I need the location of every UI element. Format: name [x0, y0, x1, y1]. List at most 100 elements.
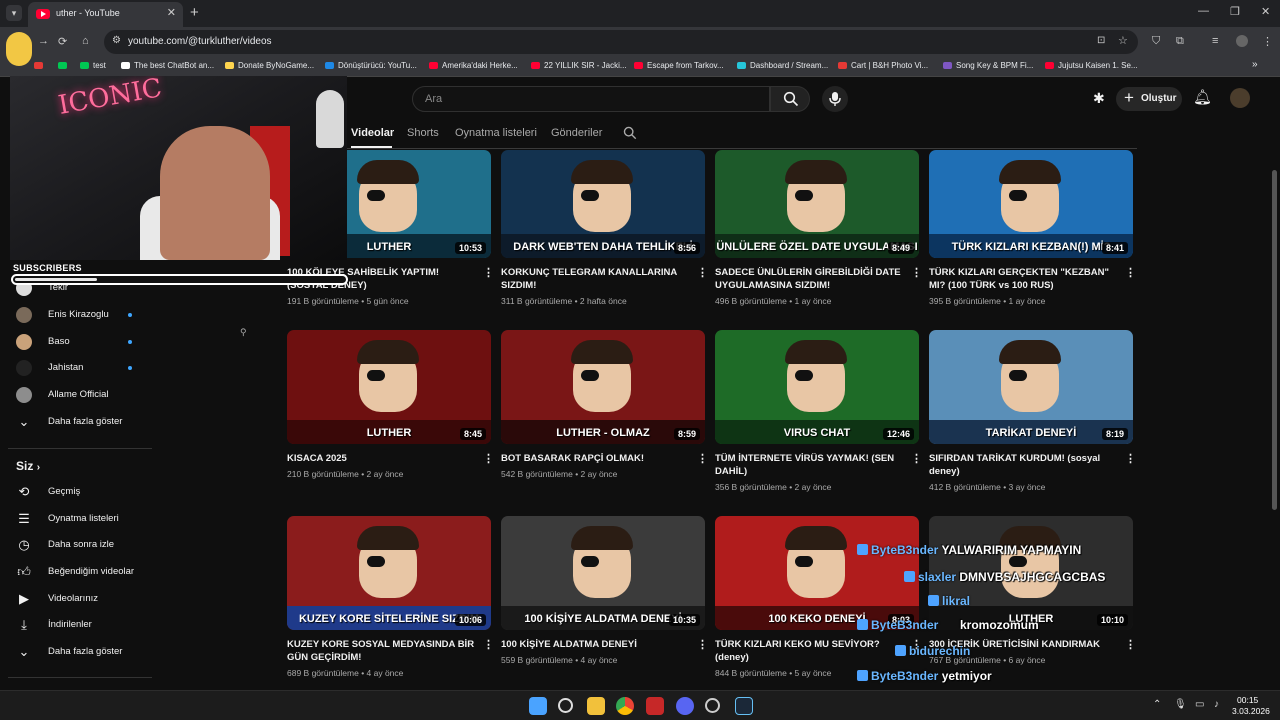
- more-actions-icon[interactable]: ⋮: [697, 452, 708, 465]
- app-icon[interactable]: [646, 697, 664, 715]
- video-thumbnail[interactable]: DARK WEB'TEN DAHA TEHLİKELİ 8:56: [501, 150, 705, 258]
- extensions-icon[interactable]: ⧉: [1176, 35, 1184, 48]
- video-title[interactable]: 100 KİŞİYE ALDATMA DENEYİ: [501, 638, 691, 651]
- video-thumbnail[interactable]: LUTHER - OLMAZ 8:59: [501, 330, 705, 444]
- bookmark-item[interactable]: 22 YILLIK SIR - Jacki...: [531, 61, 627, 70]
- tab-shorts[interactable]: Shorts: [407, 127, 439, 139]
- voice-search-button[interactable]: [822, 86, 848, 112]
- show-more-subscriptions[interactable]: ⌄ Daha fazla göster: [0, 409, 150, 435]
- sidebar-item-like[interactable]: 👍︎ Beğendiğim videolar: [0, 559, 150, 585]
- video-title[interactable]: SADECE ÜNLÜLERİN GİREBİLDİĞİ DATE UYGULA…: [715, 266, 905, 292]
- home-icon[interactable]: ⌂: [82, 35, 89, 47]
- forward-icon[interactable]: →: [38, 35, 49, 47]
- bookmark-item[interactable]: Cart | B&H Photo Vi...: [838, 61, 928, 70]
- show-more-you[interactable]: ⌄ Daha fazla göster: [0, 639, 150, 665]
- tray-display-icon[interactable]: ▭: [1195, 699, 1204, 710]
- video-thumbnail[interactable]: TARİKAT DENEYİ 8:19: [929, 330, 1133, 444]
- tray-speaker-icon[interactable]: ♪: [1214, 699, 1219, 710]
- video-card[interactable]: 100 KEKO DENEYİ 8:03 TÜRK KIZLARI KEKO MU …: [715, 516, 922, 686]
- video-card[interactable]: LUTHER - OLMAZ 8:59 BOT BASARAK RAPÇİ OLMA…: [501, 330, 708, 500]
- account-avatar[interactable]: [1230, 88, 1250, 108]
- new-tab-icon[interactable]: +: [190, 4, 199, 21]
- bookmark-item[interactable]: The best ChatBot an...: [121, 61, 214, 70]
- more-actions-icon[interactable]: ⋮: [697, 638, 708, 651]
- sidebar-item-playlists[interactable]: ☰ Oynatma listeleri: [0, 506, 150, 532]
- video-card[interactable]: LUTHER 8:45 KISACA 2025 ⋮ 210 B görüntüleme …: [287, 330, 494, 500]
- video-card[interactable]: ÜNLÜLERE ÖZEL DATE UYGULAMASI 8:49 SADECE …: [715, 144, 922, 314]
- more-actions-icon[interactable]: ⋮: [483, 266, 494, 279]
- video-card[interactable]: VIRUS CHAT 12:46 TÜM İNTERNETE VİRÜS YAYMA…: [715, 330, 922, 500]
- notifications-bell-icon[interactable]: 🔔︎: [1193, 88, 1212, 106]
- bookmark-star-icon[interactable]: ☆: [1118, 34, 1128, 47]
- minimize-icon[interactable]: —: [1198, 5, 1209, 17]
- install-app-icon[interactable]: ⊡: [1097, 35, 1105, 46]
- video-title[interactable]: SIFIRDAN TARİKAT KURDUM! (sosyal deney): [929, 452, 1119, 478]
- tray-chevron-icon[interactable]: ⌃: [1153, 699, 1161, 710]
- bookmark-item[interactable]: Jujutsu Kaisen 1. Se...: [1045, 61, 1138, 70]
- bookmarks-more-icon[interactable]: »: [1252, 59, 1258, 70]
- clock-time[interactable]: 00:15: [1237, 695, 1258, 705]
- start-icon[interactable]: [529, 697, 547, 715]
- obs-icon[interactable]: [705, 698, 720, 713]
- video-title[interactable]: KISACA 2025: [287, 452, 477, 465]
- discord-icon[interactable]: [676, 697, 694, 715]
- bookmark-item[interactable]: [58, 61, 71, 70]
- sidebar-item-history[interactable]: ⟲ Geçmiş: [0, 479, 150, 505]
- reload-icon[interactable]: ⟳: [58, 35, 67, 48]
- window-close-icon[interactable]: ✕: [1261, 5, 1270, 18]
- video-thumbnail[interactable]: 100 KEKO DENEYİ 8:03: [715, 516, 919, 630]
- bookmark-item[interactable]: test: [80, 61, 106, 70]
- tray-mic-icon[interactable]: 🎙︎: [1174, 699, 1187, 710]
- browser-tab-active[interactable]: uther - YouTube ✕: [28, 2, 183, 27]
- sidebar-section-you[interactable]: Siz ›: [16, 459, 40, 473]
- more-actions-icon[interactable]: ⋮: [483, 638, 494, 651]
- profile-avatar[interactable]: [1236, 35, 1248, 47]
- maximize-icon[interactable]: ❐: [1230, 5, 1240, 18]
- bookmark-item[interactable]: Donate ByNoGame...: [225, 61, 314, 70]
- more-actions-icon[interactable]: ⋮: [911, 266, 922, 279]
- clock-date[interactable]: 3.03.2026: [1232, 706, 1270, 716]
- video-title[interactable]: TÜM İNTERNETE VİRÜS YAYMAK! (SEN DAHİL): [715, 452, 905, 478]
- video-title[interactable]: KORKUNÇ TELEGRAM KANALLARINA SIZDIM!: [501, 266, 691, 292]
- sidebar-item-jahistan[interactable]: Jahistan: [0, 355, 150, 381]
- sidebar-item-watch-later[interactable]: ◷ Daha sonra izle: [0, 532, 150, 558]
- video-card[interactable]: KUZEY KORE SİTELERİNE SIZDIM 10:06 KUZEY K…: [287, 516, 494, 686]
- video-thumbnail[interactable]: VIRUS CHAT 12:46: [715, 330, 919, 444]
- sidebar-item-baso[interactable]: Baso: [0, 329, 150, 355]
- tab-close-icon[interactable]: ✕: [167, 6, 176, 19]
- bookmark-item[interactable]: [34, 61, 47, 70]
- file-explorer-icon[interactable]: [587, 697, 605, 715]
- more-actions-icon[interactable]: ⋮: [697, 266, 708, 279]
- sidebar-item-allame-official[interactable]: Allame Official: [0, 382, 150, 408]
- video-thumbnail[interactable]: TÜRK KIZLARI KEZBAN(!) Mİ? 8:41: [929, 150, 1133, 258]
- tab-posts[interactable]: Gönderiler: [551, 127, 602, 139]
- video-card[interactable]: DARK WEB'TEN DAHA TEHLİKELİ 8:56 KORKUNÇ T…: [501, 144, 708, 314]
- video-thumbnail[interactable]: LUTHER 8:45: [287, 330, 491, 444]
- sidebar-item-your-videos[interactable]: ▶ Videolarınız: [0, 586, 150, 612]
- sidebar-item-enis-kirazoglu[interactable]: Enis Kirazoglu: [0, 302, 150, 328]
- video-thumbnail[interactable]: 100 KİŞİYE ALDATMA DENEYİ 10:35: [501, 516, 705, 630]
- more-actions-icon[interactable]: ⋮: [1125, 266, 1136, 279]
- tab-videos[interactable]: Videolar: [351, 127, 394, 139]
- studio-gear-icon[interactable]: ✱: [1093, 90, 1105, 107]
- video-title[interactable]: BOT BASARAK RAPÇİ OLMAK!: [501, 452, 691, 465]
- create-button[interactable]: + Oluştur: [1116, 87, 1182, 111]
- page-scrollbar[interactable]: [1272, 170, 1277, 510]
- bookmark-item[interactable]: Dönüştürücü: YouTu...: [325, 61, 417, 70]
- more-actions-icon[interactable]: ⋮: [1125, 452, 1136, 465]
- video-card[interactable]: 100 KİŞİYE ALDATMA DENEYİ 10:35 100 KİŞİYE…: [501, 516, 708, 686]
- sidebar-item-download[interactable]: ⤓ İndirilenler: [0, 612, 150, 638]
- video-title[interactable]: TÜRK KIZLARI KEKO MU SEVİYOR?(deney): [715, 638, 905, 664]
- more-actions-icon[interactable]: ⋮: [483, 452, 494, 465]
- channel-search-icon[interactable]: [623, 126, 637, 140]
- video-title[interactable]: TÜRK KIZLARI GERÇEKTEN "KEZBAN" MI? (100…: [929, 266, 1119, 292]
- url-bar[interactable]: ⚙ youtube.com/@turkluther/videos ⊡ ☆: [104, 30, 1138, 54]
- more-actions-icon[interactable]: ⋮: [1125, 638, 1136, 651]
- browser-menu-icon[interactable]: ⋮: [1262, 35, 1273, 48]
- media-control-icon[interactable]: ≡: [1212, 35, 1218, 47]
- taskbar-search-icon[interactable]: [558, 698, 573, 713]
- video-title[interactable]: KUZEY KORE SOSYAL MEDYASINDA BİR GÜN GEÇ…: [287, 638, 477, 664]
- chrome-icon[interactable]: [616, 697, 634, 715]
- bookmark-item[interactable]: Song Key & BPM Fi...: [943, 61, 1033, 70]
- search-input[interactable]: Ara: [412, 86, 770, 112]
